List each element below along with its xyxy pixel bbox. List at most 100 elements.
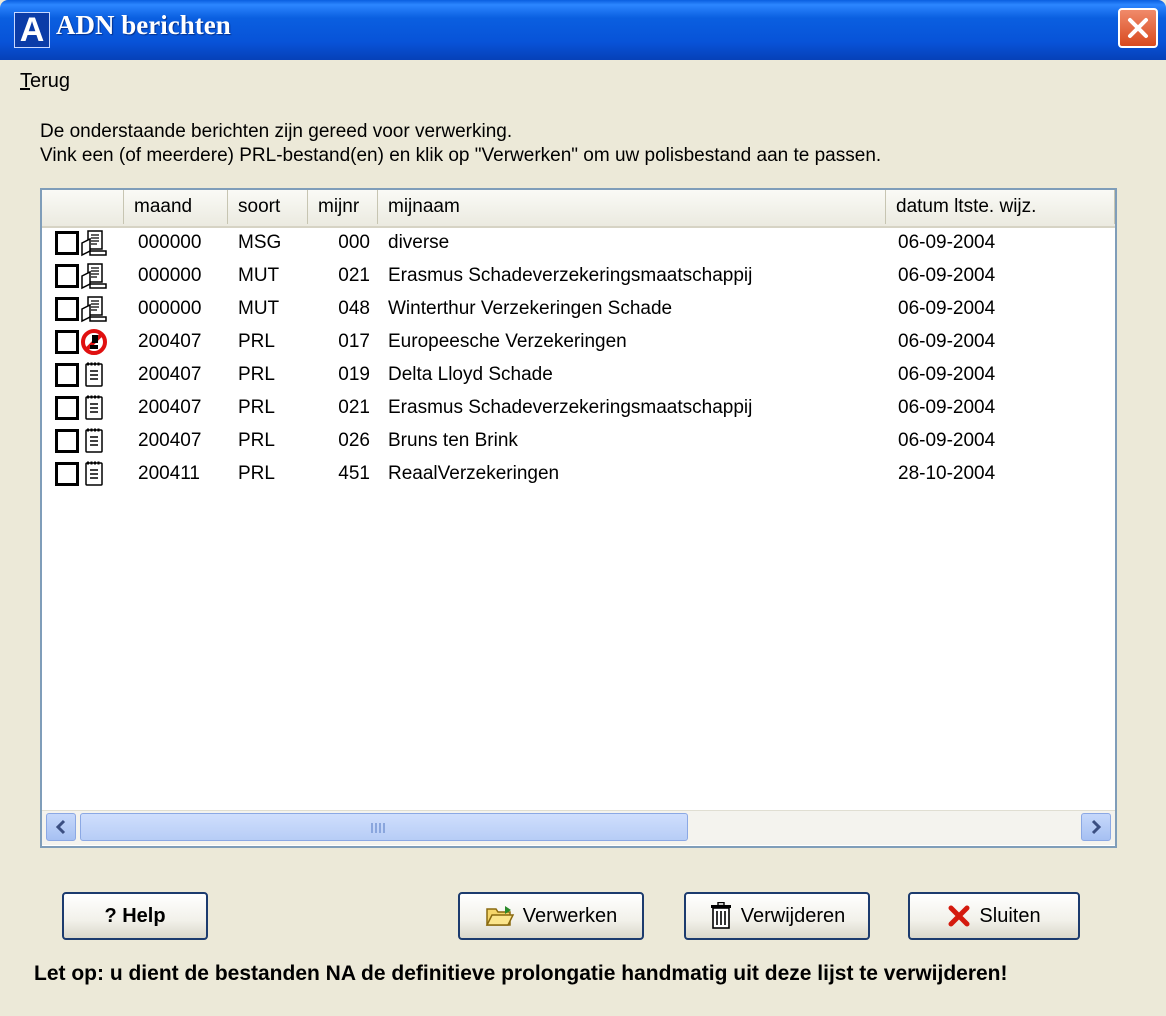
row-checkbox[interactable] bbox=[55, 462, 79, 486]
row-checkbox[interactable] bbox=[55, 231, 79, 255]
cell-datum: 06-09-2004 bbox=[898, 397, 996, 418]
scroll-left-button[interactable] bbox=[46, 813, 76, 841]
menu-bar: Terug bbox=[0, 60, 1166, 98]
table-row[interactable]: 000000 MUT 021 Erasmus Schadeverzekeringsma… bbox=[42, 259, 1115, 293]
cell-mijnaam: diverse bbox=[388, 232, 450, 253]
scroll-grip bbox=[371, 823, 387, 833]
table-row[interactable]: 200407 PRL 019 Delta Lloyd Schade 06-09-2004 bbox=[42, 358, 1115, 392]
cell-mijnaam: Bruns ten Brink bbox=[388, 430, 518, 451]
table-row[interactable]: 200407 PRL 026 Bruns ten Brink 06-09-2004 bbox=[42, 424, 1115, 458]
cell-mijnr: 021 bbox=[338, 397, 370, 418]
app-logo-icon: A bbox=[14, 12, 50, 48]
cell-soort: MUT bbox=[238, 298, 280, 319]
footer-warning: Let op: u dient de bestanden NA de defin… bbox=[34, 962, 1008, 985]
arrow-left-icon bbox=[55, 819, 66, 835]
table-row[interactable]: 200411 PRL 451 ReaalVerzekeringen 28-10-2004 bbox=[42, 457, 1115, 491]
menu-terug-accel: T bbox=[20, 70, 30, 92]
message-doc-icon bbox=[80, 295, 108, 323]
title-bar[interactable]: A ADN berichten bbox=[0, 0, 1166, 60]
cell-maand: 200407 bbox=[138, 430, 202, 451]
row-checkbox[interactable] bbox=[55, 264, 79, 288]
arrow-right-icon bbox=[1091, 819, 1102, 835]
notepad-icon bbox=[80, 361, 108, 389]
table-row[interactable]: 000000 MUT 048 Winterthur Verzekeringen Sch… bbox=[42, 292, 1115, 326]
verwerken-button-label: Verwerken bbox=[522, 904, 618, 927]
cell-mijnr: 017 bbox=[338, 331, 370, 352]
description-line-2: Vink een (of meerdere) PRL-bestand(en) e… bbox=[40, 145, 882, 166]
menu-terug-label: erug bbox=[30, 70, 71, 92]
cell-mijnaam: Europeesche Verzekeringen bbox=[388, 331, 627, 352]
cell-maand: 000000 bbox=[138, 298, 202, 319]
cell-maand: 200407 bbox=[138, 397, 202, 418]
adn-berichten-window: A ADN berichten Terug De onderstaande be… bbox=[0, 0, 1166, 1016]
close-button[interactable] bbox=[1118, 8, 1158, 48]
trash-can-icon bbox=[710, 902, 731, 929]
description-line-1: De onderstaande berichten zijn gereed vo… bbox=[40, 121, 513, 142]
notepad-icon bbox=[80, 394, 108, 422]
help-button[interactable]: ? Help bbox=[62, 892, 208, 940]
notepad-icon bbox=[80, 427, 108, 455]
verwijderen-button-label: Verwijderen bbox=[740, 904, 846, 927]
cell-datum: 06-09-2004 bbox=[898, 364, 996, 385]
cell-soort: MUT bbox=[238, 265, 280, 286]
berichten-list[interactable]: maand soort mijnr mijnaam datum ltste. w… bbox=[40, 188, 1117, 848]
cell-soort: PRL bbox=[238, 430, 275, 451]
notepad-icon bbox=[80, 460, 108, 488]
menu-terug[interactable]: Terug bbox=[20, 70, 70, 93]
cell-datum: 06-09-2004 bbox=[898, 331, 996, 352]
scroll-right-button[interactable] bbox=[1081, 813, 1111, 841]
row-checkbox[interactable] bbox=[55, 429, 79, 453]
cell-mijnr: 021 bbox=[338, 265, 370, 286]
scroll-thumb[interactable] bbox=[80, 813, 688, 841]
close-icon bbox=[1128, 18, 1148, 38]
window-title: ADN berichten bbox=[56, 10, 231, 40]
message-doc-icon bbox=[80, 262, 108, 290]
message-doc-icon bbox=[80, 229, 108, 257]
column-header-datum[interactable]: datum ltste. wijz. bbox=[886, 190, 1115, 224]
cell-soort: MSG bbox=[238, 232, 282, 253]
cell-maand: 000000 bbox=[138, 265, 202, 286]
table-row[interactable]: 200407 PRL 021 Erasmus Schadeverzekeringsma… bbox=[42, 391, 1115, 425]
column-header-soort[interactable]: soort bbox=[228, 190, 308, 224]
table-row[interactable]: 000000 MSG 000 diverse 06-09-2004 bbox=[42, 226, 1115, 260]
row-checkbox[interactable] bbox=[55, 297, 79, 321]
column-header-mijnr[interactable]: mijnr bbox=[308, 190, 378, 224]
table-row[interactable]: 200407 PRL 017 Europeesche Verzekeringen 06-… bbox=[42, 325, 1115, 359]
cell-datum: 06-09-2004 bbox=[898, 430, 996, 451]
red-x-icon bbox=[948, 905, 970, 927]
cell-maand: 200407 bbox=[138, 331, 202, 352]
help-button-label: ? Help bbox=[104, 904, 166, 927]
row-checkbox[interactable] bbox=[55, 396, 79, 420]
row-checkbox[interactable] bbox=[55, 363, 79, 387]
sluiten-button[interactable]: Sluiten bbox=[908, 892, 1080, 940]
verwijderen-button[interactable]: Verwijderen bbox=[684, 892, 870, 940]
cell-mijnr: 451 bbox=[338, 463, 370, 484]
cell-maand: 000000 bbox=[138, 232, 202, 253]
blocked-icon bbox=[80, 328, 108, 356]
cell-maand: 200411 bbox=[138, 463, 200, 484]
cell-datum: 06-09-2004 bbox=[898, 232, 996, 253]
cell-datum: 06-09-2004 bbox=[898, 265, 996, 286]
column-header-maand[interactable]: maand bbox=[124, 190, 228, 224]
cell-soort: PRL bbox=[238, 463, 275, 484]
verwerken-button[interactable]: Verwerken bbox=[458, 892, 644, 940]
cell-mijnaam: Delta Lloyd Schade bbox=[388, 364, 553, 385]
cell-mijnaam: Erasmus Schadeverzekeringsmaatschappij bbox=[388, 397, 753, 418]
cell-mijnaam: Winterthur Verzekeringen Schade bbox=[388, 298, 673, 319]
list-header: maand soort mijnr mijnaam datum ltste. w… bbox=[42, 190, 1115, 228]
row-checkbox[interactable] bbox=[55, 330, 79, 354]
cell-soort: PRL bbox=[238, 331, 275, 352]
cell-datum: 06-09-2004 bbox=[898, 298, 996, 319]
cell-mijnaam: Erasmus Schadeverzekeringsmaatschappij bbox=[388, 265, 753, 286]
horizontal-scrollbar[interactable] bbox=[42, 810, 1115, 845]
cell-mijnr: 048 bbox=[338, 298, 370, 319]
cell-mijnr: 019 bbox=[338, 364, 370, 385]
cell-datum: 28-10-2004 bbox=[898, 463, 996, 484]
sluiten-button-label: Sluiten bbox=[979, 904, 1041, 927]
cell-mijnaam: ReaalVerzekeringen bbox=[388, 463, 560, 484]
open-folder-icon bbox=[485, 906, 514, 926]
column-header-select[interactable] bbox=[42, 190, 124, 224]
column-header-mijnaam[interactable]: mijnaam bbox=[378, 190, 886, 224]
cell-mijnr: 026 bbox=[338, 430, 370, 451]
cell-maand: 200407 bbox=[138, 364, 202, 385]
